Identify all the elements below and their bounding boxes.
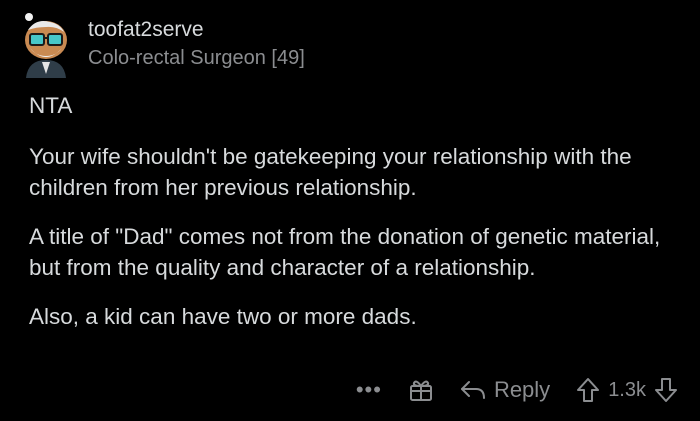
comment: toofat2serve Colo-rectal Surgeon [49] NT…: [0, 0, 700, 421]
comment-header: toofat2serve Colo-rectal Surgeon [49]: [16, 8, 305, 80]
more-button[interactable]: •••: [356, 377, 382, 403]
comment-paragraph: Your wife shouldn't be gatekeeping your …: [29, 144, 632, 200]
award-button[interactable]: [408, 377, 434, 403]
avatar[interactable]: [16, 10, 74, 78]
reply-arrow-icon: [460, 381, 485, 399]
vote-score: 1.3k: [608, 378, 646, 401]
downvote-arrow-icon[interactable]: [654, 377, 678, 403]
vote-controls: 1.3k: [576, 377, 678, 403]
comment-paragraph: NTA: [29, 93, 73, 118]
comment-body: NTA Your wife shouldn't be gatekeeping y…: [29, 90, 679, 350]
user-flair: Colo-rectal Surgeon [49]: [88, 47, 305, 69]
comment-paragraph: A title of "Dad" comes not from the dona…: [29, 224, 661, 280]
username[interactable]: toofat2serve: [88, 17, 305, 43]
gift-award-icon: [409, 380, 432, 401]
comment-paragraph: Also, a kid can have two or more dads.: [29, 304, 417, 329]
reply-label: Reply: [493, 377, 551, 402]
comment-meta: toofat2serve Colo-rectal Surgeon [49]: [88, 17, 305, 71]
comment-action-bar: ••• Reply 1.3k: [330, 372, 678, 408]
more-icon: •••: [355, 377, 382, 402]
upvote-arrow-icon[interactable]: [576, 377, 600, 403]
reply-button[interactable]: Reply: [460, 377, 550, 403]
